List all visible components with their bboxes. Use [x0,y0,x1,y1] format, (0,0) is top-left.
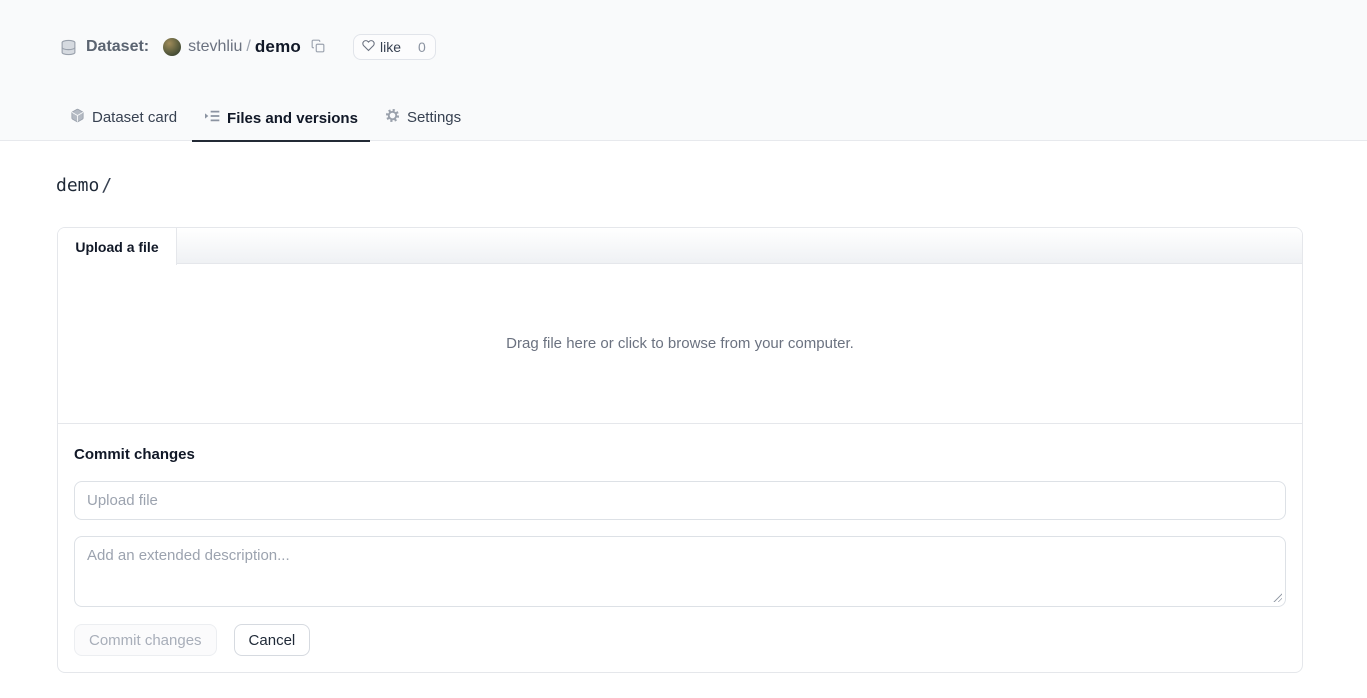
tab-label: Settings [407,109,461,126]
copy-icon [311,39,325,56]
commit-form-title: Commit changes [74,446,1286,463]
commit-summary-input[interactable] [74,481,1286,520]
box-icon [70,108,85,127]
commit-description-wrap [74,536,1286,607]
like-label: like [380,39,401,55]
commit-form: Commit changes Commit changes Cancel [58,424,1302,672]
breadcrumb-separator: / [246,38,250,56]
cancel-button[interactable]: Cancel [234,624,311,656]
heart-outline-icon [362,39,375,55]
commit-actions: Commit changes Cancel [74,624,1286,656]
like-widget: like 0 [353,34,436,60]
upload-card-tab-strip: Upload a file [58,228,1302,264]
dropzone-hint-text: Drag file here or click to browse from y… [506,335,854,352]
main-content: demo/ Upload a file Drag file here or cl… [0,174,1367,673]
repo-tab-bar: Dataset card Files and versions Settings [0,61,1367,141]
like-button[interactable]: like [354,35,409,59]
copy-repo-name-button[interactable] [309,37,327,58]
repo-name-link[interactable]: demo [255,37,301,57]
file-dropzone[interactable]: Drag file here or click to browse from y… [58,264,1302,424]
owner-link[interactable]: stevhliu [188,38,242,56]
tab-upload-a-file[interactable]: Upload a file [58,228,177,265]
avatar[interactable] [163,38,181,56]
commit-description-textarea[interactable] [74,536,1286,607]
page-header: Dataset: stevhliu / demo like 0 [0,0,1367,141]
tab-label: Files and versions [227,110,358,127]
tab-dataset-card[interactable]: Dataset card [58,108,189,142]
database-icon [60,39,77,56]
path-breadcrumb: demo/ [56,174,1367,198]
repo-title-row: Dataset: stevhliu / demo like 0 [0,0,1367,61]
commit-changes-button[interactable]: Commit changes [74,624,217,656]
upload-card: Upload a file Drag file here or click to… [57,227,1303,673]
tab-label: Dataset card [92,109,177,126]
gear-icon [385,108,400,127]
like-count[interactable]: 0 [409,35,435,59]
tab-files-and-versions[interactable]: Files and versions [192,109,370,142]
breadcrumb-slash: / [101,175,112,196]
breadcrumb-repo-link[interactable]: demo [56,175,99,196]
repo-type-label: Dataset: [86,38,149,56]
tab-settings[interactable]: Settings [373,108,473,142]
versions-list-icon [204,109,220,127]
